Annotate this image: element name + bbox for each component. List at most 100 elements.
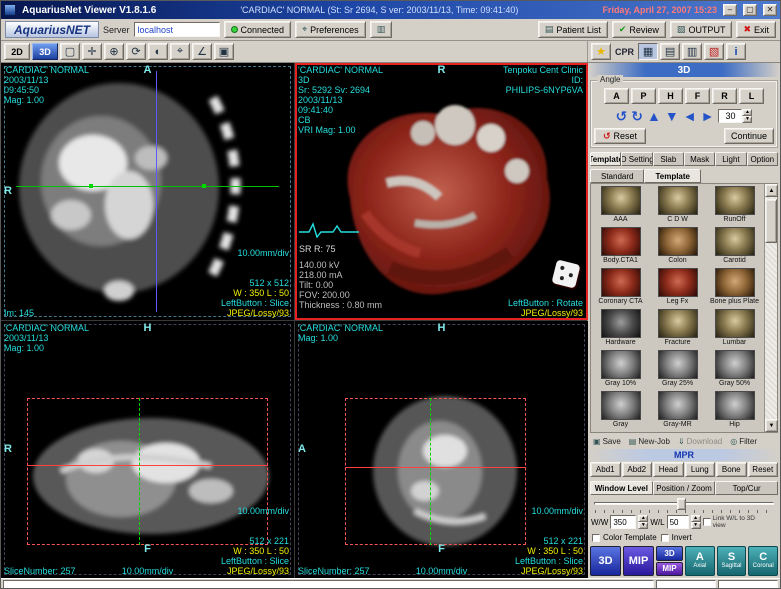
exit-button[interactable]: ✖ Exit bbox=[736, 21, 776, 38]
connected-button[interactable]: Connected bbox=[224, 21, 292, 38]
template-item[interactable]: Body.CTA1 bbox=[592, 227, 649, 268]
template-item[interactable]: Coronary CTA bbox=[592, 268, 649, 309]
preset-head-button[interactable]: Head bbox=[653, 462, 684, 477]
template-item[interactable]: C D W bbox=[649, 186, 706, 227]
orient-head-button[interactable]: H bbox=[658, 88, 683, 104]
output-button[interactable]: ▧ OUTPUT bbox=[670, 21, 733, 38]
new-job-button[interactable]: ▤ New-Job bbox=[629, 437, 670, 446]
angle-step-input[interactable] bbox=[718, 109, 742, 123]
template-item[interactable]: Gray 50% bbox=[706, 350, 763, 391]
template-item[interactable]: Hip bbox=[706, 391, 763, 432]
orient-posterior-button[interactable]: P bbox=[631, 88, 656, 104]
tab-template[interactable]: Template bbox=[590, 152, 621, 166]
mode-mip-button[interactable]: MIP bbox=[623, 546, 654, 576]
step-up-icon[interactable]: ▲ bbox=[742, 109, 752, 116]
tab-3d-settings[interactable]: 3D Settings bbox=[621, 152, 652, 166]
rotate-right-icon[interactable]: ► bbox=[701, 109, 715, 123]
orient-right-button[interactable]: R bbox=[712, 88, 737, 104]
download-button[interactable]: ⇓ Download bbox=[678, 437, 722, 446]
window-level-tool-icon[interactable]: ◐ bbox=[148, 43, 168, 60]
minimize-icon[interactable]: – bbox=[723, 4, 737, 16]
preset-abd1-button[interactable]: Abd1 bbox=[590, 462, 621, 477]
rotate-down-icon[interactable]: ▼ bbox=[665, 109, 679, 123]
template-item[interactable]: Colon bbox=[649, 227, 706, 268]
step-down-icon[interactable]: ▼ bbox=[742, 116, 752, 123]
mode-mip-small-button[interactable]: MIP bbox=[656, 562, 683, 577]
preset-reset-button[interactable]: Reset bbox=[748, 462, 779, 477]
scroll-down-icon[interactable]: ▼ bbox=[765, 419, 778, 432]
preferences-button[interactable]: ⌖ Preferences bbox=[295, 21, 366, 38]
ww-input[interactable] bbox=[610, 515, 636, 529]
favorite-star-icon[interactable]: ★ bbox=[591, 43, 611, 60]
rotate-ccw-icon[interactable]: ↺ bbox=[616, 109, 628, 123]
tab-2d[interactable]: 2D bbox=[4, 43, 30, 60]
rotate-up-icon[interactable]: ▲ bbox=[647, 109, 661, 123]
split-view-icon[interactable]: ▧ bbox=[704, 43, 724, 60]
template-item[interactable]: Leg Fx bbox=[649, 268, 706, 309]
info-icon[interactable]: i bbox=[726, 43, 746, 60]
view-axial-button[interactable]: A Axial bbox=[685, 546, 715, 576]
tab-standard[interactable]: Standard bbox=[590, 169, 644, 183]
preset-bone-button[interactable]: Bone bbox=[716, 462, 747, 477]
wl-up-icon[interactable]: ▲ bbox=[691, 515, 701, 522]
template-scrollbar[interactable]: ▲ ▼ bbox=[764, 184, 777, 432]
tab-window-level[interactable]: Window Level bbox=[590, 481, 653, 495]
close-icon[interactable]: ✕ bbox=[763, 4, 777, 16]
template-item[interactable]: AAA bbox=[592, 186, 649, 227]
server-input[interactable] bbox=[134, 22, 220, 37]
reset-button[interactable]: ↺ Reset bbox=[594, 128, 646, 144]
template-item[interactable]: Bone plus Plate bbox=[706, 268, 763, 309]
tab-mask[interactable]: Mask bbox=[684, 152, 715, 166]
mode-3d-small-button[interactable]: 3D bbox=[656, 546, 683, 561]
template-item[interactable]: RunOff bbox=[706, 186, 763, 227]
color-template-checkbox[interactable] bbox=[592, 534, 600, 542]
layout-button[interactable]: ▥ bbox=[370, 21, 393, 38]
template-item[interactable]: Gray 10% bbox=[592, 350, 649, 391]
orient-left-button[interactable]: L bbox=[739, 88, 764, 104]
scroll-up-icon[interactable]: ▲ bbox=[765, 184, 778, 197]
wl-input[interactable] bbox=[667, 515, 689, 529]
view-sagittal-button[interactable]: S Sagittal bbox=[717, 546, 747, 576]
layout-1x1-icon[interactable]: ▦ bbox=[638, 43, 658, 60]
scrollbar-thumb[interactable] bbox=[765, 199, 777, 243]
pan-tool-icon[interactable]: ✛ bbox=[82, 43, 102, 60]
filter-button[interactable]: ◎ Filter bbox=[730, 437, 757, 446]
measure-tool-icon[interactable]: ∠ bbox=[192, 43, 212, 60]
viewport-coronal[interactable]: 'CARDIAC' NORMAL 2003/11/13 Mag: 1.00 H … bbox=[1, 321, 294, 578]
wl-down-icon[interactable]: ▼ bbox=[691, 522, 701, 529]
template-item[interactable]: Gray 25% bbox=[649, 350, 706, 391]
view-coronal-button[interactable]: C Coronal bbox=[748, 546, 778, 576]
tab-option[interactable]: Option bbox=[747, 152, 778, 166]
template-item[interactable]: Lumbar bbox=[706, 309, 763, 350]
rotate-tool-icon[interactable]: ⟳ bbox=[126, 43, 146, 60]
orient-feet-button[interactable]: F bbox=[685, 88, 710, 104]
rotate-cw-icon[interactable]: ↻ bbox=[631, 109, 643, 123]
template-item[interactable]: Fracture bbox=[649, 309, 706, 350]
tab-top-cur[interactable]: Top/Cur bbox=[715, 481, 778, 495]
template-item[interactable]: Carotid bbox=[706, 227, 763, 268]
link-wl-checkbox[interactable] bbox=[703, 518, 711, 526]
viewport-3d-volume[interactable]: 'CARDIAC' NORMAL 3D Sr: 5292 Sv: 2694 20… bbox=[295, 63, 588, 320]
save-button[interactable]: ▣ Save bbox=[593, 437, 621, 446]
rotate-left-icon[interactable]: ◄ bbox=[683, 109, 697, 123]
template-item[interactable]: Gray-MR bbox=[649, 391, 706, 432]
tab-slab[interactable]: Slab bbox=[653, 152, 684, 166]
tab-position-zoom[interactable]: Position / Zoom bbox=[653, 481, 716, 495]
template-item[interactable]: Hardware bbox=[592, 309, 649, 350]
invert-checkbox[interactable] bbox=[661, 534, 669, 542]
continue-button[interactable]: Continue bbox=[724, 128, 774, 144]
snapshot-tool-icon[interactable]: ▣ bbox=[214, 43, 234, 60]
crosshair-tool-icon[interactable]: ⌖ bbox=[170, 43, 190, 60]
color-template-option[interactable]: Color Template bbox=[592, 533, 657, 542]
viewport-axial[interactable]: 'CARDIAC' NORMAL 2003/11/13 09:45:50 Mag… bbox=[1, 63, 294, 320]
zoom-tool-icon[interactable]: ⊕ bbox=[104, 43, 124, 60]
layout-2x1-icon[interactable]: ▤ bbox=[660, 43, 680, 60]
ww-down-icon[interactable]: ▼ bbox=[638, 522, 648, 529]
tab-template-sub[interactable]: Template bbox=[644, 169, 701, 183]
layout-1x2-icon[interactable]: ▥ bbox=[682, 43, 702, 60]
patient-list-button[interactable]: ▤ Patient List bbox=[538, 21, 608, 38]
preset-abd2-button[interactable]: Abd2 bbox=[622, 462, 653, 477]
preset-lung-button[interactable]: Lung bbox=[685, 462, 716, 477]
tab-light[interactable]: Light bbox=[715, 152, 746, 166]
orient-anterior-button[interactable]: A bbox=[604, 88, 629, 104]
